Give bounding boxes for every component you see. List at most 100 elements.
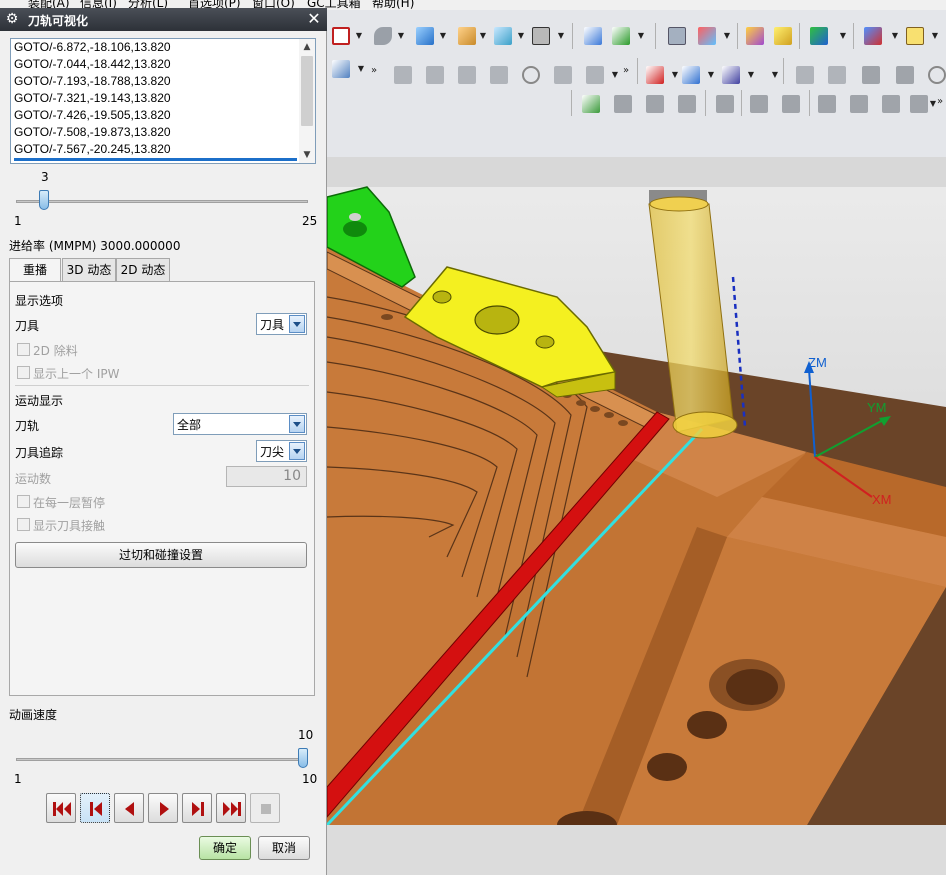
tool-display-select[interactable]: 刀具: [256, 313, 307, 335]
play-backward-button[interactable]: [114, 793, 144, 823]
path-icon[interactable]: [423, 63, 447, 87]
tab-3d-dynamic[interactable]: 3D 动态: [62, 258, 116, 282]
stock-edit-icon[interactable]: [893, 63, 917, 87]
simulate-icon[interactable]: [807, 24, 831, 48]
brush-icon[interactable]: [743, 24, 767, 48]
step-slider-handle[interactable]: [39, 190, 49, 210]
ok-button[interactable]: 确定: [199, 836, 251, 860]
circle-target-icon[interactable]: [519, 63, 543, 87]
scroll-thumb[interactable]: [301, 56, 313, 126]
chevron-down-icon[interactable]: ▼: [357, 57, 365, 81]
stock-icon[interactable]: [455, 63, 479, 87]
export-icon[interactable]: [907, 92, 931, 116]
step-forward-button[interactable]: [182, 793, 212, 823]
list-item[interactable]: GOTO/-7.508,-19.873,13.820: [14, 124, 171, 141]
render-style-icon[interactable]: [371, 24, 395, 48]
toolpath-icon[interactable]: [861, 24, 885, 48]
chevron-down-icon[interactable]: ▼: [931, 24, 939, 48]
collision-icon[interactable]: [643, 92, 667, 116]
tool-axis-icon[interactable]: [679, 63, 703, 87]
postprocess-icon[interactable]: [747, 92, 771, 116]
gear-icon[interactable]: ⚙: [4, 11, 20, 27]
chevron-down-icon[interactable]: ▼: [671, 63, 679, 87]
list-item[interactable]: GOTO/-7.193,-18.788,13.820: [14, 73, 171, 90]
chevron-down-icon[interactable]: [289, 442, 305, 460]
background-icon[interactable]: [529, 24, 553, 48]
list-item[interactable]: GOTO/-7.321,-19.143,13.820: [14, 90, 171, 107]
list-icon[interactable]: [675, 92, 699, 116]
chevron-down-icon[interactable]: [289, 315, 305, 333]
clip-section-icon[interactable]: [491, 24, 515, 48]
region-icon[interactable]: [487, 63, 511, 87]
tool-trace-select[interactable]: 刀尖: [256, 440, 307, 462]
search-icon[interactable]: [925, 63, 946, 87]
wcs-orient-icon[interactable]: [581, 24, 605, 48]
remove-2d-checkbox[interactable]: [17, 343, 30, 356]
generate-icon[interactable]: [329, 57, 353, 81]
list-item-selected[interactable]: GOTO/-7.567,-20.245,13.820: [14, 141, 171, 158]
chevron-down-icon[interactable]: ▼: [397, 24, 405, 48]
chart-icon[interactable]: [793, 63, 817, 87]
chevron-down-icon[interactable]: ▼: [355, 24, 363, 48]
chevron-down-icon[interactable]: ▼: [929, 92, 937, 116]
cl-listing[interactable]: GOTO/-6.872,-18.106,13.820 GOTO/-7.044,-…: [10, 38, 316, 164]
time-icon[interactable]: [879, 92, 903, 116]
chevron-down-icon[interactable]: ▼: [891, 24, 899, 48]
list-item[interactable]: GOTO/-7.044,-18.442,13.820: [14, 56, 171, 73]
animation-speed-slider[interactable]: [16, 746, 308, 772]
play-forward-button[interactable]: [148, 793, 178, 823]
shop-doc-icon[interactable]: [779, 92, 803, 116]
scroll-down-icon[interactable]: ▼: [299, 147, 315, 163]
chevron-down-icon[interactable]: ▼: [439, 24, 447, 48]
cancel-button[interactable]: 取消: [258, 836, 310, 860]
overflow-icon[interactable]: »: [371, 65, 381, 76]
gouge-check-settings-button[interactable]: 过切和碰撞设置: [15, 542, 307, 568]
chevron-down-icon[interactable]: ▼: [839, 24, 847, 48]
animation-speed-handle[interactable]: [298, 748, 308, 768]
close-icon[interactable]: ✕: [305, 10, 323, 28]
graphics-viewport[interactable]: ZM YM XM: [327, 157, 946, 825]
ruler-icon[interactable]: [903, 24, 927, 48]
list-item[interactable]: GOTO/-7.426,-19.505,13.820: [14, 107, 171, 124]
curve-icon[interactable]: [551, 63, 575, 87]
overflow-icon[interactable]: »: [623, 65, 633, 76]
show-tool-contact-checkbox[interactable]: [17, 518, 30, 531]
chevron-down-icon[interactable]: [289, 415, 305, 433]
chevron-down-icon[interactable]: ▼: [517, 24, 525, 48]
menu-item-help[interactable]: 帮助(H): [372, 0, 414, 10]
output-cls-icon[interactable]: [815, 92, 839, 116]
probe-icon[interactable]: [643, 63, 667, 87]
feed-icon[interactable]: [847, 92, 871, 116]
tab-replay[interactable]: 重播: [9, 258, 61, 283]
step-slider[interactable]: [16, 188, 308, 214]
edit-section-icon[interactable]: [455, 24, 479, 48]
group-icon[interactable]: [825, 63, 849, 87]
step-back-button[interactable]: [80, 793, 110, 823]
flag-icon[interactable]: [713, 92, 737, 116]
chevron-down-icon[interactable]: ▼: [723, 24, 731, 48]
chevron-down-icon[interactable]: ▼: [707, 63, 715, 87]
overflow-icon[interactable]: »: [937, 96, 946, 107]
list-item[interactable]: GOTO/-6.872,-18.106,13.820: [14, 39, 171, 56]
fit-view-icon[interactable]: [329, 24, 353, 48]
measure-icon[interactable]: [771, 24, 795, 48]
toolpath-select[interactable]: 全部: [173, 413, 307, 435]
wcs-dynamic-icon[interactable]: [609, 24, 633, 48]
fast-forward-to-end-button[interactable]: [216, 793, 246, 823]
scroll-up-icon[interactable]: ▲: [299, 39, 315, 55]
layer-settings-icon[interactable]: [665, 24, 689, 48]
boundary-icon[interactable]: [583, 63, 607, 87]
dialog-titlebar[interactable]: ⚙ 刀轨可视化 ✕: [0, 8, 327, 31]
check-icon[interactable]: [579, 92, 603, 116]
cutter-icon[interactable]: [719, 63, 743, 87]
shaded-cube-icon[interactable]: [413, 24, 437, 48]
pause-each-layer-checkbox[interactable]: [17, 495, 30, 508]
list-scrollbar[interactable]: ▲ ▼: [299, 39, 315, 163]
gouge-icon[interactable]: [611, 92, 635, 116]
chevron-down-icon[interactable]: ▼: [637, 24, 645, 48]
move-object-icon[interactable]: [695, 24, 719, 48]
show-prev-ipw-checkbox[interactable]: [17, 366, 30, 379]
verify-icon[interactable]: [391, 63, 415, 87]
chevron-down-icon[interactable]: ▼: [771, 63, 779, 87]
tab-2d-dynamic[interactable]: 2D 动态: [116, 258, 170, 282]
